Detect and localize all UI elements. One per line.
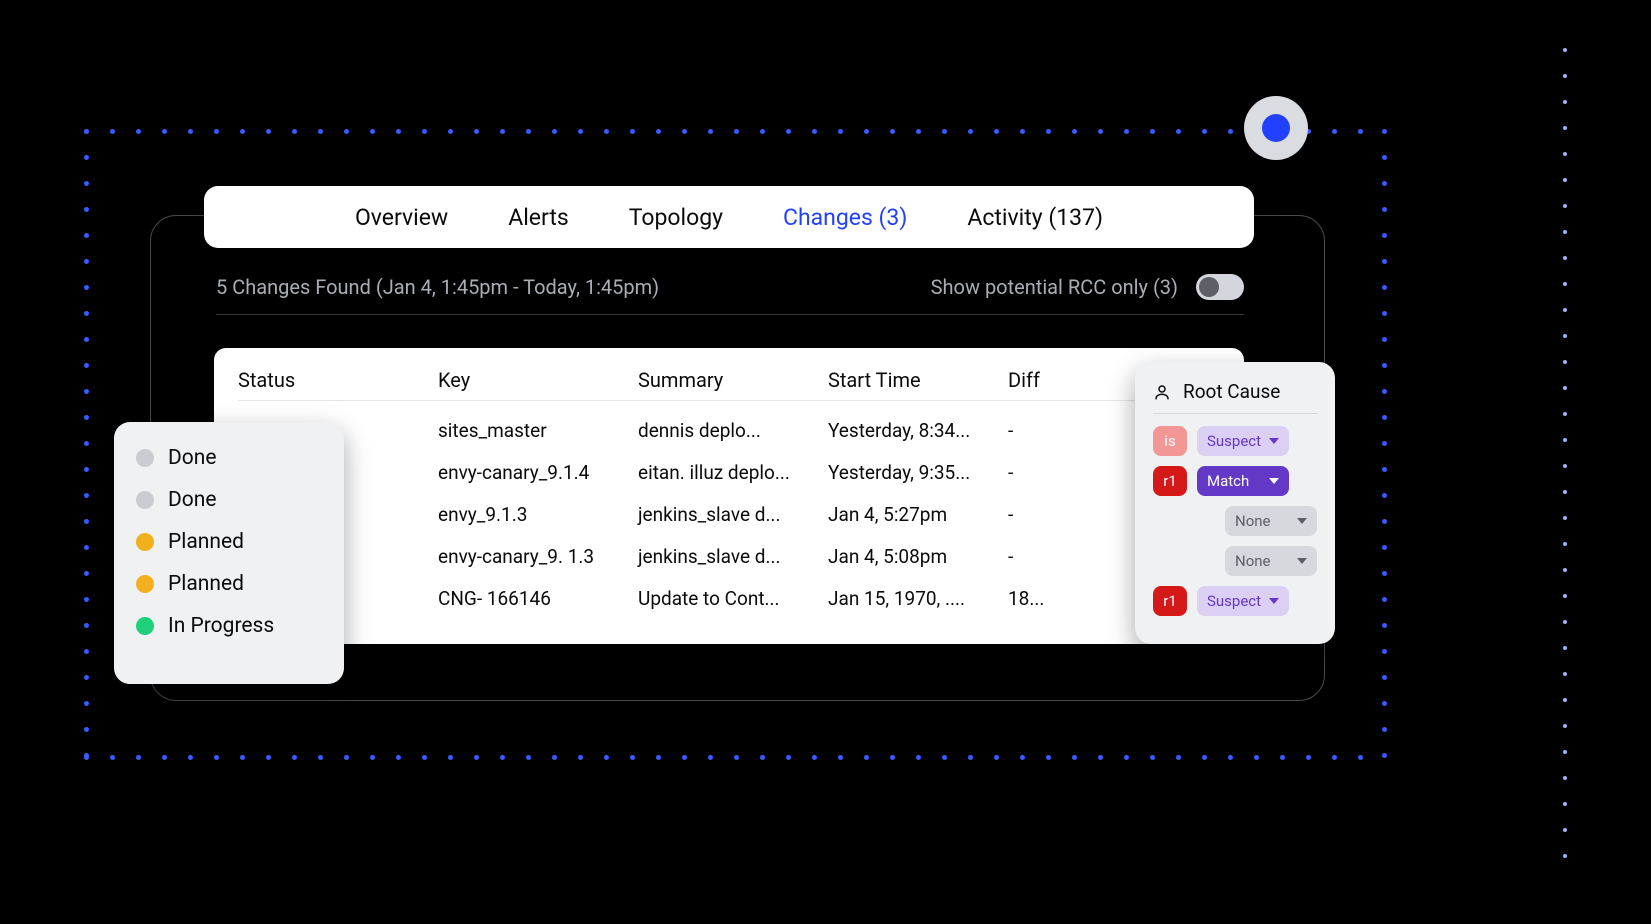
- col-diff: Diff: [1008, 368, 1088, 392]
- root-cause-row: r1 Match: [1153, 466, 1317, 496]
- status-dot-icon: [136, 575, 154, 593]
- table-row[interactable]: CNG- 166146Update to Cont...Jan 15, 1970…: [238, 577, 1220, 619]
- chevron-down-icon: [1269, 478, 1279, 484]
- cell-key: envy-canary_9. 1.3: [438, 545, 638, 568]
- status-label: Planned: [168, 572, 244, 596]
- cell-diff: -: [1008, 545, 1088, 568]
- table-row[interactable]: envy-canary_9.1.4eitan. illuz deplo...Ye…: [238, 451, 1220, 493]
- root-cause-value: None: [1235, 552, 1271, 570]
- cell-summary: dennis deplo...: [638, 419, 828, 442]
- tab-changes[interactable]: Changes (3): [783, 204, 907, 231]
- root-cause-select[interactable]: Suspect: [1197, 586, 1289, 616]
- toggle-knob: [1199, 277, 1219, 297]
- status-label: In Progress: [168, 614, 274, 638]
- root-cause-row: None: [1153, 546, 1317, 576]
- table-row[interactable]: sites_masterdennis deplo...Yesterday, 8:…: [238, 409, 1220, 451]
- root-cause-value: Suspect: [1207, 592, 1261, 610]
- root-cause-select[interactable]: Match: [1197, 466, 1289, 496]
- cell-key: sites_master: [438, 419, 638, 442]
- tab-alerts[interactable]: Alerts: [508, 204, 569, 231]
- rcc-toggle[interactable]: [1196, 274, 1244, 300]
- corner-indicator: [1244, 96, 1308, 160]
- root-cause-title: Root Cause: [1183, 380, 1280, 403]
- changes-found-text: 5 Changes Found (Jan 4, 1:45pm - Today, …: [216, 275, 659, 299]
- root-cause-select[interactable]: Suspect: [1197, 426, 1289, 456]
- person-icon: [1153, 383, 1171, 401]
- status-dot-icon: [136, 617, 154, 635]
- root-cause-panel: Root Cause is Suspect r1 Match None None r1 Sus…: [1135, 362, 1335, 644]
- root-cause-select[interactable]: None: [1225, 546, 1317, 576]
- status-label: Done: [168, 446, 217, 470]
- cell-start-time: Jan 15, 1970, ....: [828, 587, 1008, 610]
- root-cause-row: None: [1153, 506, 1317, 536]
- status-item: Done: [136, 446, 322, 470]
- table-row[interactable]: envy_9.1.3jenkins_slave d...Jan 4, 5:27p…: [238, 493, 1220, 535]
- rcc-filter-label: Show potential RCC only (3): [931, 275, 1178, 299]
- root-cause-row: is Suspect: [1153, 426, 1317, 456]
- status-item: Done: [136, 488, 322, 512]
- filter-row: 5 Changes Found (Jan 4, 1:45pm - Today, …: [216, 274, 1244, 315]
- col-status: Status: [238, 368, 438, 392]
- root-cause-value: None: [1235, 512, 1271, 530]
- tab-topology[interactable]: Topology: [629, 204, 723, 231]
- cell-summary: jenkins_slave d...: [638, 545, 828, 568]
- status-dot-icon: [136, 533, 154, 551]
- root-cause-select[interactable]: None: [1225, 506, 1317, 536]
- corner-indicator-dot: [1262, 114, 1290, 142]
- tabs-bar: Overview Alerts Topology Changes (3) Act…: [204, 186, 1254, 248]
- table-header-row: Status Key Summary Start Time Diff: [238, 368, 1220, 401]
- tab-activity[interactable]: Activity (137): [967, 204, 1103, 231]
- table-row[interactable]: envy-canary_9. 1.3jenkins_slave d...Jan …: [238, 535, 1220, 577]
- status-label: Done: [168, 488, 217, 512]
- root-cause-tag[interactable]: r1: [1153, 586, 1187, 616]
- chevron-down-icon: [1297, 558, 1307, 564]
- status-label: Planned: [168, 530, 244, 554]
- cell-key: envy-canary_9.1.4: [438, 461, 638, 484]
- chevron-down-icon: [1269, 598, 1279, 604]
- root-cause-header: Root Cause: [1153, 380, 1317, 414]
- cell-start-time: Yesterday, 9:35...: [828, 461, 1008, 484]
- cell-diff: -: [1008, 419, 1088, 442]
- cell-summary: Update to Cont...: [638, 587, 828, 610]
- cell-key: CNG- 166146: [438, 587, 638, 610]
- status-item: In Progress: [136, 614, 322, 638]
- cell-key: envy_9.1.3: [438, 503, 638, 526]
- cell-diff: 18...: [1008, 587, 1088, 610]
- cell-diff: -: [1008, 461, 1088, 484]
- root-cause-tag[interactable]: r1: [1153, 466, 1187, 496]
- chevron-down-icon: [1297, 518, 1307, 524]
- changes-table: Status Key Summary Start Time Diff sites…: [214, 348, 1244, 644]
- cell-start-time: Jan 4, 5:08pm: [828, 545, 1008, 568]
- status-legend: Done Done Planned Planned In Progress: [114, 422, 344, 684]
- status-dot-icon: [136, 449, 154, 467]
- status-dot-icon: [136, 491, 154, 509]
- cell-start-time: Jan 4, 5:27pm: [828, 503, 1008, 526]
- root-cause-value: Suspect: [1207, 432, 1261, 450]
- root-cause-value: Match: [1207, 472, 1249, 490]
- status-item: Planned: [136, 572, 322, 596]
- chevron-down-icon: [1269, 438, 1279, 444]
- col-key: Key: [438, 368, 638, 392]
- cell-start-time: Yesterday, 8:34...: [828, 419, 1008, 442]
- cell-summary: eitan. illuz deplo...: [638, 461, 828, 484]
- root-cause-row: r1 Suspect: [1153, 586, 1317, 616]
- root-cause-tag[interactable]: is: [1153, 426, 1187, 456]
- col-summary: Summary: [638, 368, 828, 392]
- tab-overview[interactable]: Overview: [355, 204, 448, 231]
- cell-diff: -: [1008, 503, 1088, 526]
- cell-summary: jenkins_slave d...: [638, 503, 828, 526]
- status-item: Planned: [136, 530, 322, 554]
- col-start-time: Start Time: [828, 368, 1008, 392]
